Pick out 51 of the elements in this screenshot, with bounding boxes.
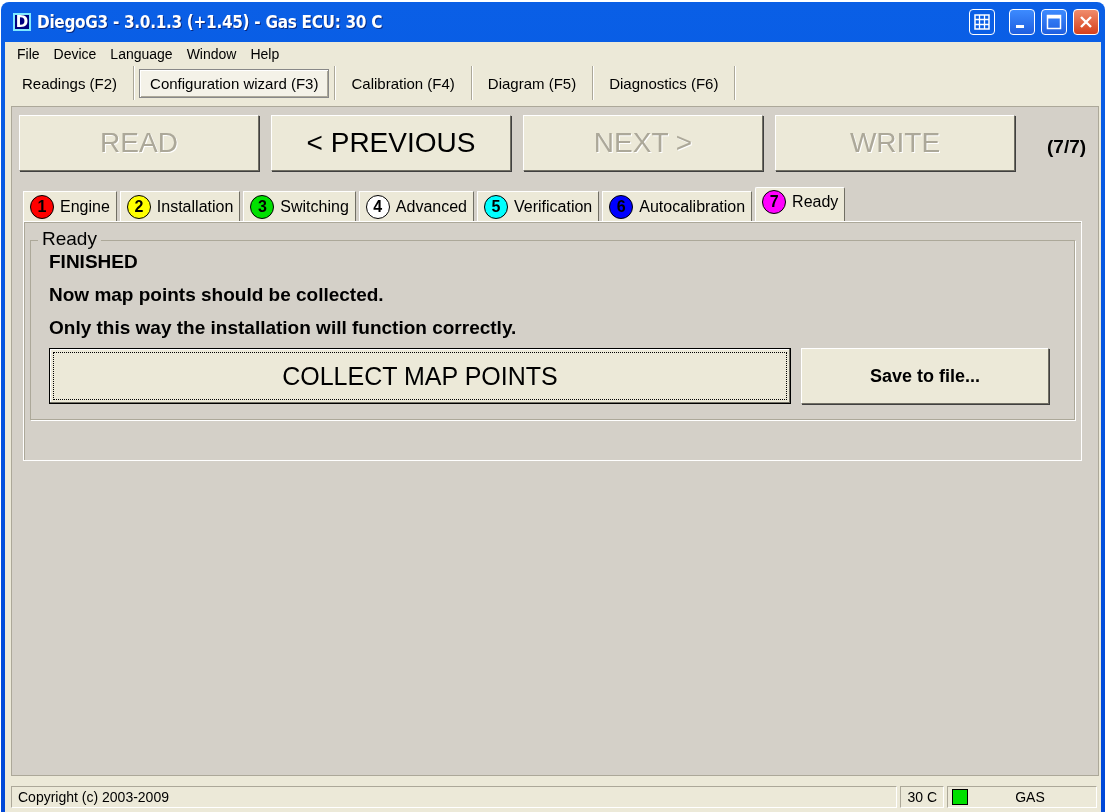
minimize-button[interactable]: [1009, 9, 1035, 35]
close-button[interactable]: [1073, 9, 1099, 35]
step-number-badge: 4: [365, 194, 390, 219]
message-text: Now map points should be collected.: [49, 284, 385, 306]
close-icon: [1079, 15, 1093, 29]
message-text: FINISHED: [49, 251, 139, 273]
step-tab[interactable]: 1 Engine: [23, 191, 117, 221]
status-text: Copyright (c) 2003-2009: [11, 786, 898, 808]
step-label: Engine: [60, 197, 110, 216]
step-label: Autocalibration: [639, 197, 746, 216]
step-number-badge: 6: [609, 194, 634, 219]
menu-item[interactable]: Device: [47, 46, 105, 66]
step-tab[interactable]: 7 Ready: [755, 187, 846, 221]
mode-tab[interactable]: Calibration (F4): [340, 68, 466, 98]
save-button[interactable]: Save to file...: [801, 348, 1049, 404]
app-logo: D: [13, 13, 31, 31]
step-number-badge: 7: [762, 190, 787, 214]
mode-tab[interactable]: Diagnostics (F6): [598, 68, 730, 98]
menu-item[interactable]: File: [11, 46, 48, 66]
step-number-badge: 3: [250, 194, 275, 219]
step-label: Verification: [514, 197, 593, 216]
message-text: Only this way the installation will function correctly.: [49, 317, 518, 339]
step-label: Switching: [280, 197, 349, 216]
step-number-badge: 1: [30, 194, 54, 219]
menu-item[interactable]: Help: [244, 46, 288, 66]
menu-item[interactable]: Language: [104, 46, 181, 66]
step-label: Installation: [156, 197, 234, 216]
wizard-button[interactable]: < PREVIOUS: [271, 115, 511, 171]
menu-item[interactable]: Window: [180, 46, 245, 66]
mode-tab[interactable]: Diagram (F5): [476, 68, 588, 98]
step-label: Ready: [792, 193, 839, 211]
step-tab[interactable]: 2 Installation: [119, 191, 241, 221]
step-label: Advanced: [395, 197, 467, 216]
step-number-badge: 2: [126, 194, 151, 219]
temperature-readout: 30 C: [900, 786, 944, 808]
collect-button[interactable]: COLLECT MAP POINTS: [49, 348, 791, 404]
step-tab[interactable]: 6 Autocalibration: [602, 191, 753, 221]
grid-icon: [974, 14, 990, 30]
step-counter: (7/7): [1047, 135, 1087, 158]
step-number-badge: 5: [484, 194, 508, 219]
fuel-label: GAS: [1014, 789, 1046, 805]
minimize-icon: [1016, 24, 1024, 28]
mode-tab[interactable]: Readings (F2): [11, 68, 129, 98]
maximize-button[interactable]: [1041, 9, 1067, 35]
mode-tab[interactable]: Configuration wizard (F3): [139, 68, 330, 98]
step-tab[interactable]: 4 Advanced: [358, 191, 474, 221]
maximize-icon: [1046, 14, 1062, 30]
window-title: DiegoG3 - 3.0.1.3 (+1.45) - Gas ECU: 30 C: [37, 12, 384, 32]
tile-button[interactable]: [969, 9, 995, 35]
step-tab[interactable]: 5 Verification: [477, 191, 600, 221]
step-tab[interactable]: 3 Switching: [243, 191, 356, 221]
